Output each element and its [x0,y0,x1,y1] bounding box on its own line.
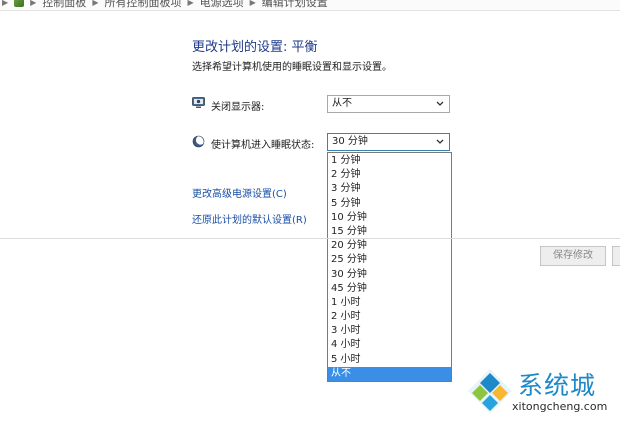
dropdown-option[interactable]: 4 小时 [328,338,451,352]
save-button[interactable]: 保存修改 [540,246,606,266]
windows-logo-icon [468,369,512,413]
chevron-right-icon: ▶ [187,0,194,7]
moon-icon [192,135,205,148]
chevron-right-icon: ▶ [30,0,37,7]
sleep-label: 使计算机进入睡眠状态: [211,140,315,151]
breadcrumb-item[interactable]: 控制面板 [42,0,86,10]
back-arrow-icon[interactable]: ▶ [2,0,8,7]
dropdown-option[interactable]: 15 分钟 [328,225,451,239]
dropdown-option[interactable]: 2 分钟 [328,168,451,182]
breadcrumb-bar: ▶ ▶ 控制面板 ▶ 所有控制面板项 ▶ 电源选项 ▶ 编辑计划设置 [0,0,620,11]
dropdown-option[interactable]: 25 分钟 [328,253,451,267]
control-panel-icon [14,0,25,7]
dropdown-option[interactable]: 1 分钟 [328,154,451,168]
page-title: 更改计划的设置: 平衡 [192,40,318,55]
breadcrumb: ▶ ▶ 控制面板 ▶ 所有控制面板项 ▶ 电源选项 ▶ 编辑计划设置 [0,0,332,10]
dropdown-option[interactable]: 3 分钟 [328,182,451,196]
display-off-select[interactable]: 从不 [327,95,450,113]
advanced-power-settings-link[interactable]: 更改高级电源设置(C) [192,185,287,200]
chevron-right-icon: ▶ [249,0,256,7]
dropdown-option-highlighted[interactable]: 从不 [328,366,451,381]
dropdown-option[interactable]: 5 小时 [328,353,451,367]
breadcrumb-item[interactable]: 所有控制面板项 [104,0,181,10]
sleep-dropdown-list[interactable]: 1 分钟 2 分钟 3 分钟 5 分钟 10 分钟 15 分钟 20 分钟 25… [327,152,452,382]
sleep-select[interactable]: 30 分钟 [327,133,450,151]
restore-defaults-link[interactable]: 还原此计划的默认设置(R) [192,211,307,226]
monitor-icon [192,97,205,108]
page-subtitle: 选择希望计算机使用的睡眠设置和显示设置。 [192,62,392,73]
watermark: 系统城 xitongcheng.com [464,364,616,420]
watermark-domain: xitongcheng.com [512,400,608,413]
dropdown-option[interactable]: 1 小时 [328,296,451,310]
chevron-down-icon [436,101,444,106]
dropdown-option[interactable]: 3 小时 [328,324,451,338]
dropdown-option[interactable]: 5 分钟 [328,197,451,211]
cancel-button[interactable] [612,246,620,266]
footer-divider [0,238,620,239]
dropdown-option[interactable]: 2 小时 [328,310,451,324]
chevron-down-icon [436,139,444,144]
dropdown-option[interactable]: 30 分钟 [328,268,451,282]
breadcrumb-item: 编辑计划设置 [261,0,328,9]
breadcrumb-item[interactable]: 电源选项 [200,0,244,10]
watermark-title: 系统城 [518,371,597,400]
dropdown-option[interactable]: 45 分钟 [328,282,451,296]
chevron-right-icon: ▶ [92,0,99,7]
dropdown-option[interactable]: 10 分钟 [328,211,451,225]
display-off-value: 从不 [332,98,352,109]
display-off-label: 关闭显示器: [211,102,265,113]
sleep-value: 30 分钟 [332,136,368,147]
dropdown-option[interactable]: 20 分钟 [328,239,451,253]
